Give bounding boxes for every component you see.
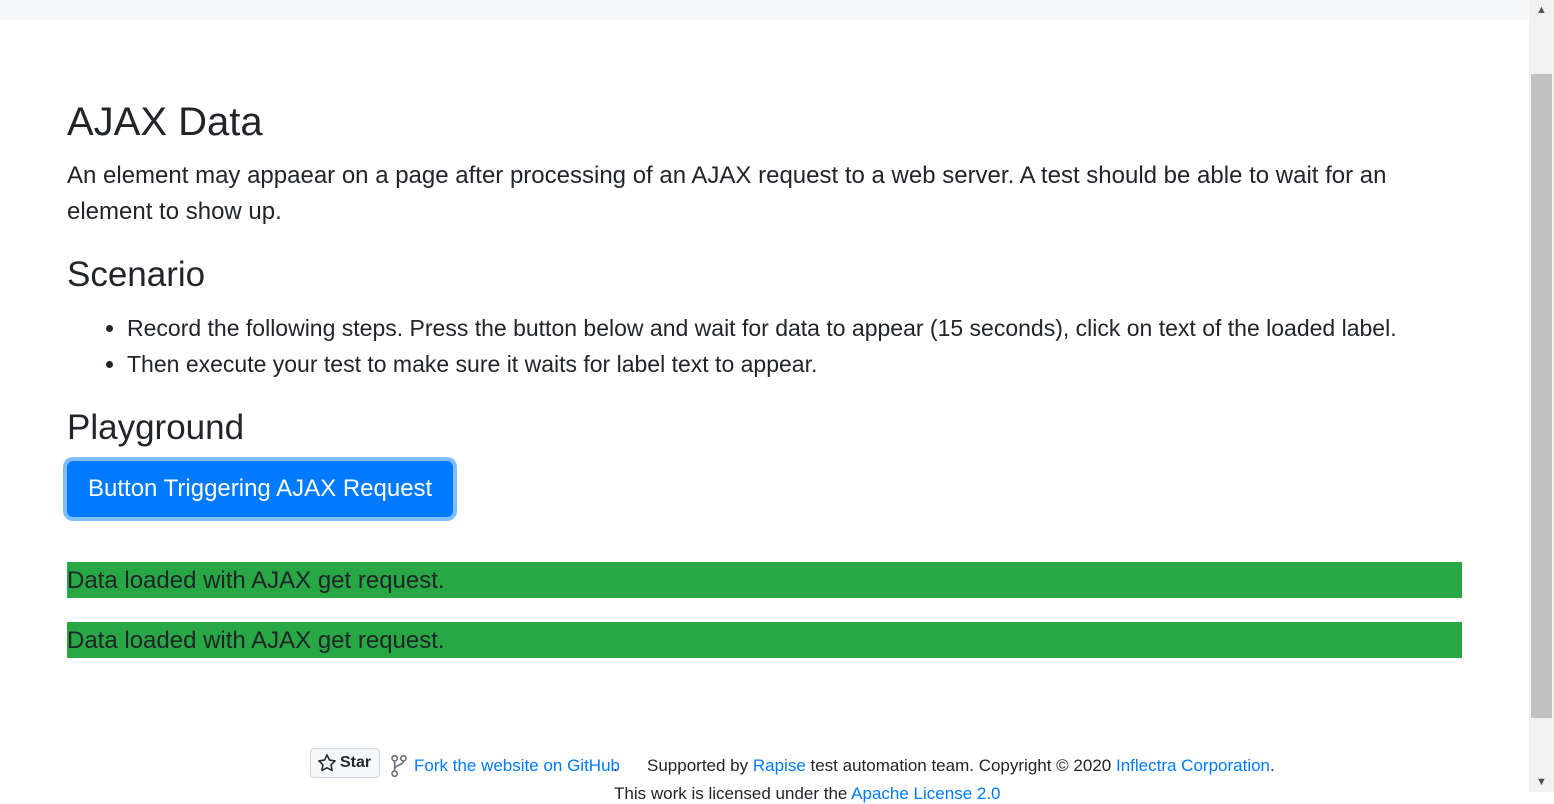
github-star-button[interactable]: Star bbox=[310, 748, 381, 778]
ajax-request-button[interactable]: Button Triggering AJAX Request bbox=[67, 461, 454, 517]
scenario-step: Then execute your test to make sure it w… bbox=[127, 346, 1547, 382]
license-text: This work is licensed under the Apache L… bbox=[614, 784, 1001, 804]
scenario-step: Record the following steps. Press the bu… bbox=[127, 310, 1547, 346]
star-label: Star bbox=[340, 754, 372, 771]
license-prefix: This work is licensed under the bbox=[614, 784, 852, 803]
page-description: An element may appaear on a page after p… bbox=[67, 162, 1387, 225]
ajax-result-label[interactable]: Data loaded with AJAX get request. bbox=[67, 622, 1462, 658]
scroll-up-arrow-icon[interactable]: ▲ bbox=[1529, 0, 1554, 20]
fork-period: . bbox=[613, 756, 618, 775]
browser-top-strip bbox=[0, 0, 1529, 20]
star-icon bbox=[318, 754, 336, 772]
page-footer: Star Fork the website on GitHub . Suppor… bbox=[310, 748, 1410, 803]
ajax-result-label[interactable]: Data loaded with AJAX get request. bbox=[67, 562, 1462, 598]
scrollbar-thumb[interactable] bbox=[1531, 74, 1552, 718]
supported-middle: test automation team. Copyright © 2020 bbox=[805, 756, 1116, 775]
supported-prefix: Supported by bbox=[647, 756, 753, 775]
supported-suffix: . bbox=[1270, 756, 1275, 775]
vertical-scrollbar[interactable]: ▲ ▼ bbox=[1529, 0, 1554, 792]
license-link[interactable]: Apache License 2.0 bbox=[851, 784, 1000, 803]
scroll-down-arrow-icon[interactable]: ▼ bbox=[1529, 772, 1554, 792]
page-title: AJAX Data bbox=[67, 100, 263, 144]
inflectra-link[interactable]: Inflectra Corporation bbox=[1116, 756, 1270, 775]
rapise-link[interactable]: Rapise bbox=[753, 756, 806, 775]
fork-icon bbox=[391, 754, 407, 778]
fork-github-link[interactable]: Fork the website on GitHub bbox=[414, 756, 620, 776]
scenario-heading: Scenario bbox=[67, 255, 206, 294]
scenario-steps-list: Record the following steps. Press the bu… bbox=[67, 310, 1547, 382]
supported-by-text: Supported by Rapise test automation team… bbox=[647, 756, 1275, 776]
playground-heading: Playground bbox=[67, 408, 245, 447]
